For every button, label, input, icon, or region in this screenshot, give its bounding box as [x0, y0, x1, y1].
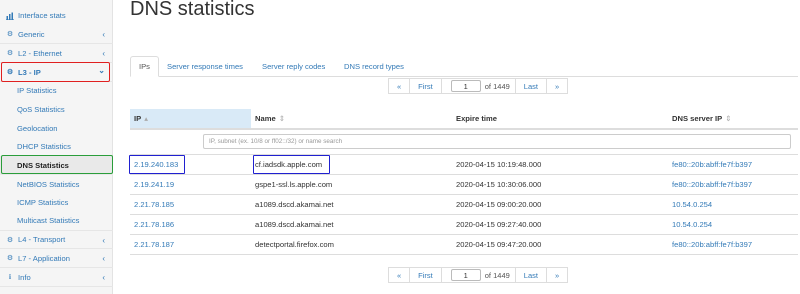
gear-icon: ⚙	[6, 31, 14, 38]
info-icon: i	[9, 273, 11, 281]
pagination-bottom: « First 1 of 1449 Last »	[388, 267, 569, 283]
ip-cell[interactable]: 2.21.78.186	[130, 214, 251, 235]
sidebar-item-label: L4 - Transport	[18, 235, 66, 244]
column-header-dns-server-ip[interactable]: DNS server IP ⇕	[668, 109, 798, 130]
table-row: 2.19.241.19 gspe1-ssl.ls.apple.com 2020-…	[130, 174, 798, 195]
filter-row: IP, subnet (ex. 10/8 or ff02::/32) or na…	[130, 129, 798, 155]
sidebar: Interface stats ⚙ Generic ‹ ⚙ L2 - Ether…	[0, 0, 113, 294]
pager-first-button[interactable]: First	[409, 78, 442, 94]
pager-next-button[interactable]: »	[545, 267, 569, 283]
highlight-box-green	[1, 155, 113, 174]
gear-icon: ⚙	[6, 255, 14, 262]
sidebar-item-l4-transport[interactable]: ⚙ L4 - Transport ‹	[0, 230, 113, 249]
sidebar-item-label: Info	[18, 272, 31, 282]
highlight-box-blue-ip	[129, 155, 185, 174]
expire-cell: 2020-04-15 09:27:40.000	[452, 214, 668, 235]
table-row: 2.21.78.187 detectportal.firefox.com 202…	[130, 234, 798, 255]
expire-cell: 2020-04-15 09:47:20.000	[452, 234, 668, 255]
sidebar-item-generic[interactable]: ⚙ Generic ‹	[0, 25, 113, 44]
sort-icon: ⇕	[725, 114, 732, 123]
sidebar-item-label: Interface stats	[18, 11, 66, 20]
pager-page-group: 1 of 1449	[440, 267, 516, 283]
dns-server-cell[interactable]: 10.54.0.254	[668, 194, 798, 215]
page-title: DNS statistics	[130, 0, 255, 20]
highlight-box-blue-name	[253, 155, 330, 174]
dns-server-cell[interactable]: fe80::20b:abff:fe7f:b397	[668, 154, 798, 175]
sidebar-item-label: L7 - Application	[18, 253, 70, 263]
tab-server-reply-codes[interactable]: Server reply codes	[254, 56, 333, 77]
pager-next-button[interactable]: »	[545, 78, 569, 94]
ip-cell[interactable]: 2.19.241.19	[130, 174, 251, 195]
column-header-name[interactable]: Name ⇕	[251, 109, 452, 130]
pager-page-input[interactable]: 1	[450, 269, 481, 281]
sort-asc-icon: ▴	[144, 114, 148, 123]
name-cell: gspe1-ssl.ls.apple.com	[251, 174, 452, 195]
column-header-ip[interactable]: IP ▴	[130, 109, 251, 130]
sidebar-item-l2-ethernet[interactable]: ⚙ L2 - Ethernet ‹	[0, 44, 113, 63]
expire-cell: 2020-04-15 09:00:20.000	[452, 194, 668, 215]
chevron-left-icon: ‹	[102, 254, 105, 263]
pager-total: of 1449	[484, 81, 510, 91]
name-cell: a1089.dscd.akamai.net	[251, 214, 452, 235]
gear-icon: ⚙	[6, 236, 14, 244]
chevron-left-icon: ‹	[102, 30, 105, 39]
sidebar-subitem-netbios-statistics[interactable]: NetBIOS Statistics	[0, 175, 113, 194]
dns-server-cell[interactable]: fe80::20b:abff:fe7f:b397	[668, 174, 798, 195]
pager-first-button[interactable]: First	[409, 267, 442, 283]
highlight-box-red	[1, 62, 110, 82]
sidebar-item-l7-application[interactable]: ⚙ L7 - Application ‹	[0, 249, 113, 268]
bar-chart-icon	[6, 12, 14, 20]
sidebar-subitem-icmp-statistics[interactable]: ICMP Statistics	[0, 193, 113, 212]
sidebar-item-label: Generic	[18, 29, 45, 39]
expire-cell: 2020-04-15 10:30:06.000	[452, 174, 668, 195]
pager-last-button[interactable]: Last	[514, 267, 547, 283]
dns-server-cell[interactable]: 10.54.0.254	[668, 214, 798, 235]
chevron-left-icon: ‹	[102, 49, 105, 58]
pager-prev-button[interactable]: «	[388, 78, 411, 94]
tab-server-response-times[interactable]: Server response times	[159, 56, 251, 77]
name-cell: detectportal.firefox.com	[251, 234, 452, 255]
sidebar-item-interface-stats[interactable]: Interface stats	[0, 6, 113, 25]
tab-dns-record-types[interactable]: DNS record types	[336, 56, 412, 77]
expire-cell: 2020-04-15 10:19:48.000	[452, 154, 668, 175]
table-row: 2.19.240.183 cf.iadsdk.apple.com 2020-04…	[130, 154, 798, 175]
ip-cell[interactable]: 2.21.78.187	[130, 234, 251, 255]
tab-bar: IPs Server response times Server reply c…	[130, 56, 798, 77]
pager-total: of 1449	[484, 270, 510, 280]
table-row: 2.21.78.186 a1089.dscd.akamai.net 2020-0…	[130, 214, 798, 235]
table-row: 2.21.78.185 a1089.dscd.akamai.net 2020-0…	[130, 194, 798, 215]
sidebar-subitem-multicast-statistics[interactable]: Multicast Statistics	[0, 211, 113, 230]
name-cell: a1089.dscd.akamai.net	[251, 194, 452, 215]
sidebar-subitem-geolocation[interactable]: Geolocation	[0, 119, 113, 138]
sidebar-item-info[interactable]: i Info ‹	[0, 268, 113, 287]
sidebar-subitem-dhcp-statistics[interactable]: DHCP Statistics	[0, 137, 113, 156]
dns-table: IP ▴ Name ⇕ Expire time DNS server IP ⇕ IP,…	[130, 109, 798, 255]
search-input[interactable]: IP, subnet (ex. 10/8 or ff02::/32) or na…	[203, 134, 791, 150]
chevron-left-icon: ‹	[102, 236, 105, 245]
chevron-left-icon: ‹	[102, 273, 105, 282]
table-header-row: IP ▴ Name ⇕ Expire time DNS server IP ⇕	[130, 109, 798, 130]
sidebar-subitem-ip-statistics[interactable]: IP Statistics	[0, 81, 113, 100]
tab-ips[interactable]: IPs	[130, 56, 159, 77]
pager-last-button[interactable]: Last	[514, 78, 547, 94]
column-header-expire-time[interactable]: Expire time	[452, 109, 668, 130]
dns-server-cell[interactable]: fe80::20b:abff:fe7f:b397	[668, 234, 798, 255]
pager-page-group: 1 of 1449	[440, 78, 516, 94]
sort-icon: ⇕	[278, 114, 286, 123]
gear-icon: ⚙	[6, 50, 14, 57]
pagination-top: « First 1 of 1449 Last »	[388, 78, 569, 94]
sidebar-item-label: L2 - Ethernet	[18, 48, 62, 58]
ip-cell[interactable]: 2.21.78.185	[130, 194, 251, 215]
pager-prev-button[interactable]: «	[388, 267, 411, 283]
pager-page-input[interactable]: 1	[450, 80, 481, 92]
sidebar-subitem-qos-statistics[interactable]: QoS Statistics	[0, 100, 113, 119]
